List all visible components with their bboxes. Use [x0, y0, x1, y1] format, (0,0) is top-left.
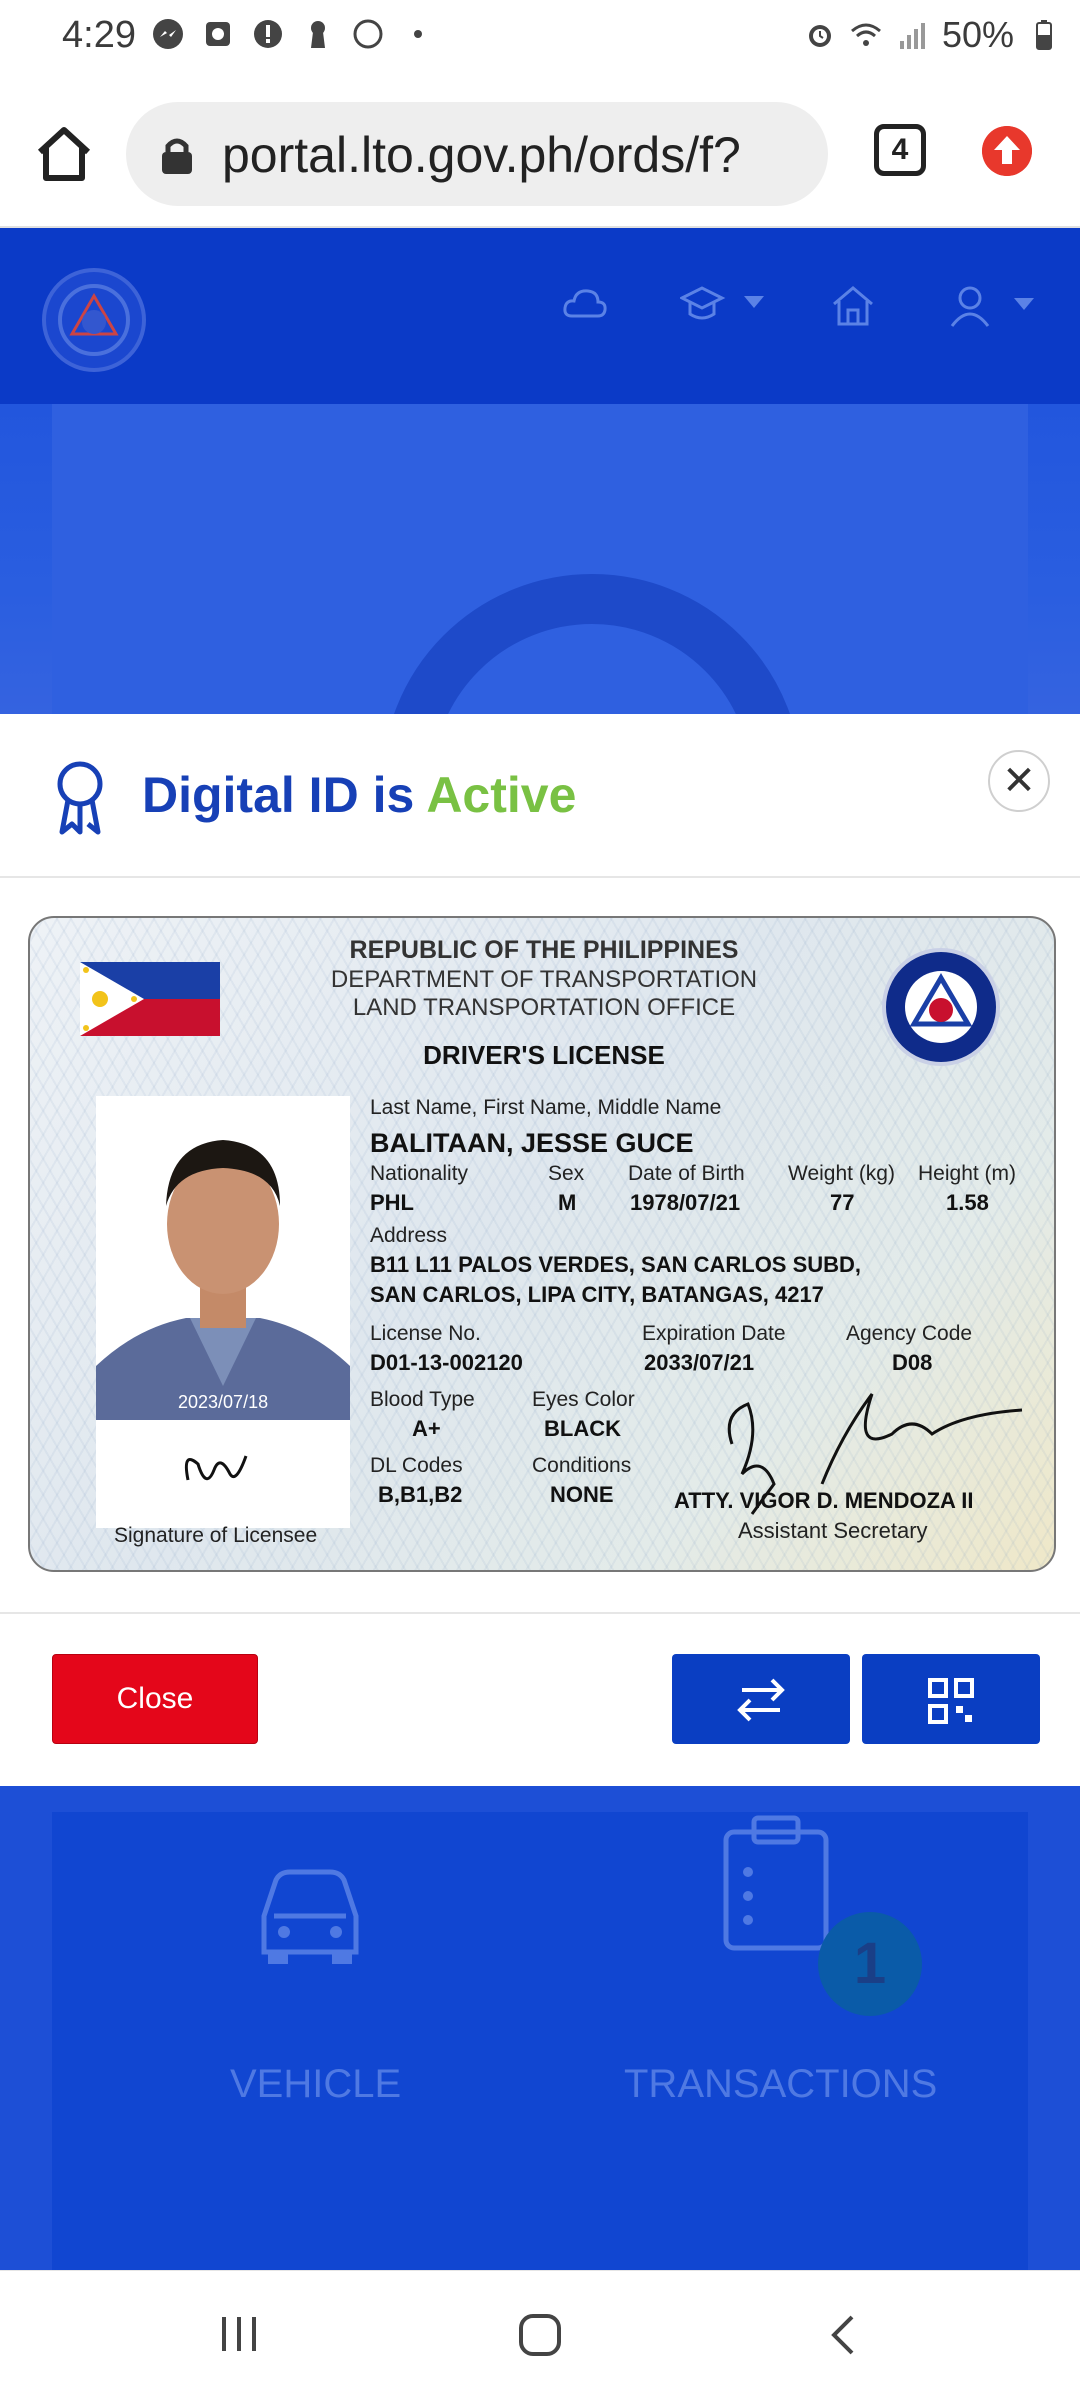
browser-toolbar: portal.lto.gov.ph/ords/f? 4	[0, 84, 1080, 228]
app-notification-icon	[206, 22, 230, 46]
agency-code-label: Agency Code	[846, 1322, 973, 1345]
signatory-name: ATTY. VIGOR D. MENDOZA II	[674, 1488, 974, 1513]
clipboard-icon[interactable]	[718, 1812, 834, 1952]
home-nav-icon[interactable]	[830, 284, 876, 328]
sex-label: Sex	[548, 1162, 585, 1185]
battery-icon	[1036, 20, 1052, 50]
modal-header: Digital ID is Active ✕	[0, 714, 1080, 878]
vehicle-label[interactable]: VEHICLE	[230, 2062, 401, 2107]
hero-emblem	[382, 574, 802, 714]
wifi-icon	[850, 23, 881, 46]
weight-value: 77	[830, 1190, 855, 1215]
address-line-2: SAN CARLOS, LIPA CITY, BATANGAS, 4217	[370, 1282, 824, 1307]
user-menu-icon[interactable]	[948, 284, 1038, 328]
lock-icon	[162, 138, 192, 174]
transactions-label[interactable]: TRANSACTIONS	[624, 2062, 937, 2107]
home-button-icon[interactable]	[516, 2311, 564, 2359]
conditions-value: NONE	[550, 1482, 614, 1507]
cloud-icon[interactable]	[562, 284, 608, 324]
blood-type-label: Blood Type	[370, 1388, 475, 1411]
licensee-photo	[96, 1096, 350, 1420]
close-icon[interactable]: ✕	[988, 750, 1050, 812]
transactions-count-badge: 1	[818, 1912, 922, 2016]
award-ribbon-icon	[57, 761, 103, 835]
car-icon[interactable]	[250, 1862, 370, 1966]
messenger-icon	[153, 19, 183, 49]
status-bar: 4:29 50%	[0, 0, 1080, 84]
back-icon[interactable]	[824, 2311, 864, 2359]
hero-panel	[52, 404, 1028, 714]
flip-card-button[interactable]	[672, 1654, 850, 1744]
digital-id-modal: Digital ID is Active ✕ REPUBLIC OF THE P…	[0, 714, 1080, 1786]
address-line-1: B11 L11 PALOS VERDES, SAN CARLOS SUBD,	[370, 1252, 862, 1277]
status-time: 4:29	[62, 14, 136, 56]
update-icon[interactable]	[982, 126, 1032, 176]
qr-code-button[interactable]	[862, 1654, 1040, 1744]
modal-title-prefix: Digital ID is	[142, 767, 415, 823]
drivers-license-card: REPUBLIC OF THE PHILIPPINES DEPARTMENT O…	[28, 916, 1056, 1572]
signature-label: Signature of Licensee	[114, 1524, 318, 1547]
hero-banner	[0, 404, 1080, 714]
signatory-title: Assistant Secretary	[738, 1518, 928, 1543]
qr-code-icon	[928, 1678, 974, 1724]
education-menu-icon[interactable]	[680, 284, 766, 324]
close-button[interactable]: Close	[52, 1654, 258, 1744]
lto-seal-icon	[58, 284, 130, 356]
nationality-value: PHL	[370, 1190, 414, 1215]
eyes-color-label: Eyes Color	[532, 1388, 635, 1411]
recent-apps-icon[interactable]	[216, 2311, 262, 2357]
conditions-label: Conditions	[532, 1454, 632, 1477]
system-navigation-bar	[0, 2270, 1080, 2400]
nationality-label: Nationality	[370, 1162, 469, 1185]
circle-icon	[353, 19, 383, 49]
tiles-panel: VEHICLE 1 TRANSACTIONS	[52, 1812, 1028, 2270]
height-label: Height (m)	[918, 1162, 1017, 1185]
address-label: Address	[370, 1224, 448, 1247]
portrait-image	[96, 1096, 350, 1420]
notification-icons	[152, 18, 434, 50]
alarm-icon	[808, 25, 831, 47]
dl-codes-label: DL Codes	[370, 1454, 463, 1477]
expiration-value: 2033/07/21	[644, 1350, 755, 1375]
modal-title-status: Active	[426, 767, 577, 823]
signature-image	[184, 1455, 248, 1481]
lto-logo[interactable]	[42, 268, 146, 372]
agency-code-value: D08	[892, 1350, 933, 1375]
dob-value: 1978/07/21	[630, 1190, 741, 1215]
weight-label: Weight (kg)	[788, 1162, 895, 1185]
license-no-label: License No.	[370, 1322, 481, 1345]
modal-footer: Close	[0, 1612, 1080, 1786]
height-value: 1.58	[946, 1190, 989, 1215]
expiration-label: Expiration Date	[642, 1322, 786, 1345]
blood-type-value: A+	[412, 1416, 441, 1441]
address-bar[interactable]: portal.lto.gov.ph/ords/f?	[126, 102, 828, 206]
lto-seal	[882, 948, 1000, 1066]
licensee-signature	[96, 1420, 350, 1528]
url-text[interactable]: portal.lto.gov.ph/ords/f?	[222, 126, 741, 184]
dob-label: Date of Birth	[628, 1162, 745, 1185]
alert-icon	[254, 20, 282, 48]
battery-percent: 50%	[941, 14, 1014, 55]
sex-value: M	[558, 1190, 577, 1215]
lto-seal-emblem-icon	[905, 971, 977, 1043]
licensee-name: BALITAAN, JESSE GUCE	[370, 1128, 694, 1158]
more-dot-icon	[414, 30, 422, 38]
modal-title: Digital ID is Active	[142, 766, 576, 824]
dl-codes-value: B,B1,B2	[378, 1482, 463, 1507]
name-label: Last Name, First Name, Middle Name	[370, 1096, 722, 1119]
signal-icon	[899, 23, 925, 49]
home-icon[interactable]	[32, 122, 96, 186]
tab-switcher-button[interactable]: 4	[874, 124, 926, 176]
site-header	[0, 228, 1080, 404]
swap-arrows-icon	[737, 1678, 785, 1722]
system-icons: 50%	[804, 14, 1060, 56]
keyhole-icon	[311, 21, 325, 48]
eyes-color-value: BLACK	[544, 1416, 621, 1441]
license-no-value: D01-13-002120	[370, 1350, 523, 1375]
dashboard-tiles: VEHICLE 1 TRANSACTIONS	[0, 1786, 1080, 2270]
photo-date: 2023/07/18	[178, 1392, 269, 1412]
